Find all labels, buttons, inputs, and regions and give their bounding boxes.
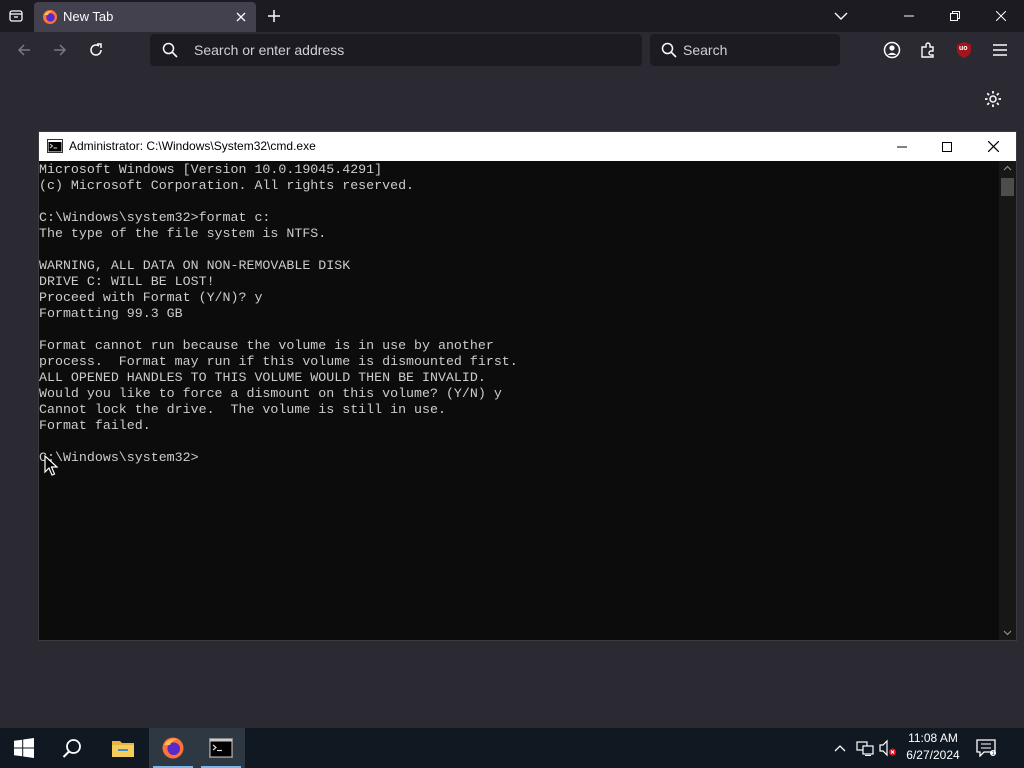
cmd-app-icon xyxy=(209,738,233,758)
search-bar[interactable] xyxy=(650,34,840,66)
account-icon xyxy=(883,41,901,59)
ublock-badge-label: uo xyxy=(959,45,968,52)
address-bar[interactable] xyxy=(150,34,642,66)
maximize-icon xyxy=(942,141,952,152)
ublock-origin-button[interactable]: uo xyxy=(952,38,976,62)
tab-title: New Tab xyxy=(63,9,114,24)
console-line: C:\Windows\system32> xyxy=(39,450,199,465)
network-icon xyxy=(856,741,874,756)
search-taskbar-button[interactable] xyxy=(48,728,96,768)
search-icon xyxy=(162,42,178,58)
search-icon xyxy=(62,739,81,758)
console-line: ALL OPENED HANDLES TO THIS VOLUME WOULD … xyxy=(39,370,486,385)
close-window-button[interactable] xyxy=(978,0,1024,32)
plus-icon xyxy=(268,10,280,22)
windows-taskbar: 11:08 AM 6/27/2024 1 xyxy=(0,728,1024,768)
volume-muted-icon xyxy=(879,739,896,757)
restore-icon xyxy=(950,11,960,21)
action-center-button[interactable]: 1 xyxy=(976,738,996,758)
hamburger-menu-icon xyxy=(993,44,1007,56)
gear-icon xyxy=(985,91,1001,107)
console-line: Format failed. xyxy=(39,418,151,433)
arrow-right-icon xyxy=(54,44,67,56)
scrollbar-thumb[interactable] xyxy=(1001,178,1014,196)
console-line: Cannot lock the drive. The volume is sti… xyxy=(39,402,446,417)
taskbar-clock[interactable]: 11:08 AM 6/27/2024 xyxy=(898,730,968,766)
arrow-left-icon xyxy=(17,44,30,56)
clock-time: 11:08 AM xyxy=(908,731,958,745)
puzzle-icon xyxy=(921,42,934,58)
console-line: Microsoft Windows [Version 10.0.19045.42… xyxy=(39,162,383,177)
cmd-minimize-button[interactable] xyxy=(879,132,925,161)
search-input[interactable] xyxy=(683,34,833,66)
chevron-down-icon xyxy=(834,12,848,20)
scroll-up-arrow-icon[interactable] xyxy=(1003,165,1012,171)
firefox-taskbar-button[interactable] xyxy=(149,728,197,768)
restore-button[interactable] xyxy=(932,0,978,32)
console-line: Proceed with Format (Y/N)? y xyxy=(39,290,263,305)
volume-tray-button[interactable] xyxy=(878,738,898,758)
reload-icon xyxy=(90,43,102,56)
search-icon xyxy=(661,42,677,58)
close-icon xyxy=(996,11,1006,21)
console-line: Formatting 99.3 GB xyxy=(39,306,183,321)
console-output[interactable]: Microsoft Windows [Version 10.0.19045.42… xyxy=(39,161,999,640)
cmd-taskbar-button[interactable] xyxy=(197,728,245,768)
console-line: process. Format may run if this volume i… xyxy=(39,354,518,369)
forward-button[interactable] xyxy=(48,38,72,62)
console-line: DRIVE C: WILL BE LOST! xyxy=(39,274,215,289)
navigation-toolbar: uo xyxy=(0,32,1024,68)
console-line: Format cannot run because the volume is … xyxy=(39,338,494,353)
back-button[interactable] xyxy=(12,38,36,62)
console-line: C:\Windows\system32>format c: xyxy=(39,210,271,225)
cmd-window[interactable]: Administrator: C:\Windows\System32\cmd.e… xyxy=(38,131,1017,641)
chevron-up-icon xyxy=(834,745,846,752)
address-input[interactable] xyxy=(194,34,624,66)
cmd-window-title: Administrator: C:\Windows\System32\cmd.e… xyxy=(69,139,316,153)
notifications-icon: 1 xyxy=(976,739,996,757)
close-icon xyxy=(987,141,999,152)
start-button[interactable] xyxy=(0,728,48,768)
extensions-button[interactable] xyxy=(916,38,940,62)
app-menu-button[interactable] xyxy=(988,38,1012,62)
console-line: Would you like to force a dismount on th… xyxy=(39,386,502,401)
minimize-icon xyxy=(897,146,907,147)
reload-button[interactable] xyxy=(84,38,108,62)
network-tray-button[interactable] xyxy=(855,738,875,758)
minimize-icon xyxy=(904,15,914,17)
clock-date: 6/27/2024 xyxy=(906,748,960,762)
cmd-maximize-button[interactable] xyxy=(924,132,970,161)
firefox-logo-icon xyxy=(162,737,184,759)
console-scrollbar[interactable] xyxy=(999,161,1016,640)
show-hidden-icons-button[interactable] xyxy=(830,738,850,758)
cmd-title-bar[interactable]: Administrator: C:\Windows\System32\cmd.e… xyxy=(39,132,1016,161)
cmd-app-icon xyxy=(47,139,63,153)
account-button[interactable] xyxy=(880,38,904,62)
mouse-pointer-icon xyxy=(44,455,58,476)
close-tab-icon[interactable] xyxy=(234,10,248,24)
tab-tray-icon xyxy=(9,10,23,22)
cmd-close-button[interactable] xyxy=(970,132,1016,161)
console-line: (c) Microsoft Corporation. All rights re… xyxy=(39,178,415,193)
windows-logo-icon xyxy=(14,738,34,758)
browser-tab-bar: New Tab xyxy=(0,0,1024,32)
file-explorer-button[interactable] xyxy=(99,728,147,768)
personalize-settings-button[interactable] xyxy=(982,88,1004,110)
new-tab-button[interactable] xyxy=(262,4,286,28)
tab-new-tab[interactable]: New Tab xyxy=(34,2,256,32)
console-line: WARNING, ALL DATA ON NON-REMOVABLE DISK xyxy=(39,258,351,273)
list-all-tabs-button[interactable] xyxy=(0,0,32,32)
minimize-button[interactable] xyxy=(886,0,932,32)
scroll-down-arrow-icon[interactable] xyxy=(1003,630,1012,636)
firefox-logo-icon xyxy=(43,10,57,24)
svg-text:1: 1 xyxy=(992,751,995,757)
folder-icon xyxy=(112,741,134,757)
tabs-dropdown-button[interactable] xyxy=(830,6,852,26)
console-line: The type of the file system is NTFS. xyxy=(39,226,327,241)
